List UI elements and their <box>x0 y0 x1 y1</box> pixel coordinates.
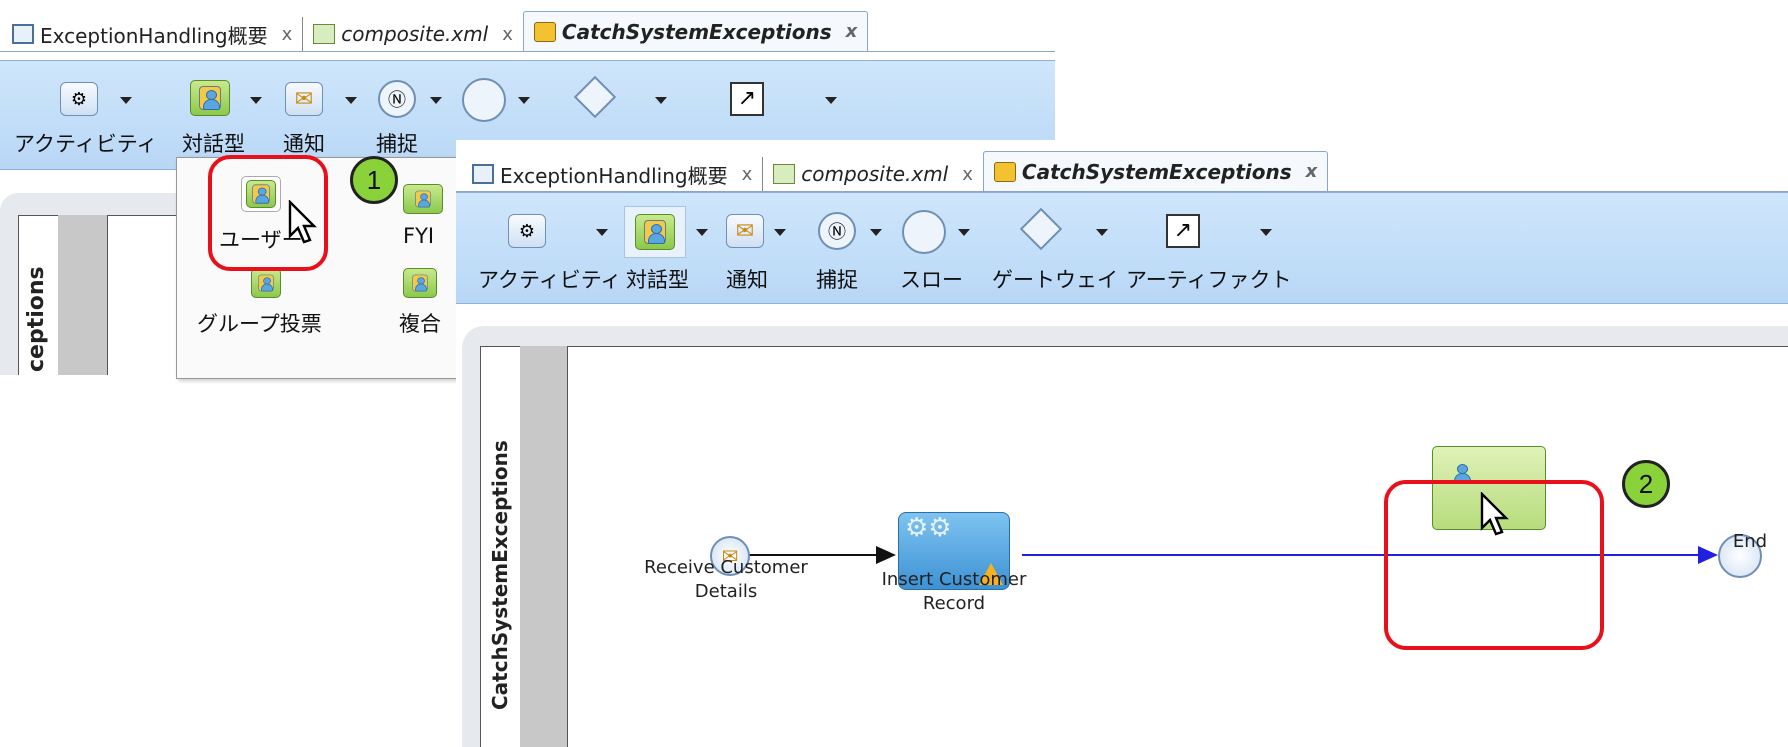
dropdown-item-complex[interactable]: 複合 <box>399 308 441 338</box>
back-lane <box>58 215 108 375</box>
dropdown-item-group-vote[interactable]: グループ投票 <box>197 308 322 338</box>
chevron-down-icon[interactable] <box>655 97 667 104</box>
tab-label: CatchSystemExceptions <box>561 19 832 44</box>
tab-catchsystemexceptions[interactable]: CatchSystemExceptions x <box>522 11 869 51</box>
back-pool-title: ceptions <box>24 266 49 372</box>
end-event-label: End <box>1732 531 1768 552</box>
highlight-box-user <box>208 155 328 271</box>
arrowhead-icon <box>876 546 896 564</box>
tab-label: ExceptionHandling概要 <box>40 23 268 48</box>
overview-icon <box>12 24 34 44</box>
tab-composite[interactable]: composite.xml x <box>302 17 523 51</box>
close-icon[interactable]: x <box>846 21 858 42</box>
dropdown-item-fyi[interactable]: FYI <box>403 224 434 248</box>
gears-icon: ⚙⚙ <box>905 513 952 543</box>
close-icon[interactable]: x <box>502 24 513 45</box>
chevron-down-icon[interactable] <box>345 97 357 104</box>
chevron-down-icon[interactable] <box>430 97 442 104</box>
chevron-down-icon[interactable] <box>825 97 837 104</box>
toolbar-label-notification[interactable]: 通知 <box>283 128 325 158</box>
activity-icon[interactable]: ⚙ <box>60 82 98 116</box>
callout-2: 2 <box>1622 460 1670 508</box>
complex-task-icon[interactable] <box>403 268 437 298</box>
toolbar-label-activity[interactable]: アクティビティ <box>14 128 157 158</box>
composite-icon <box>313 24 336 44</box>
task-label: Insert Customer Record <box>881 569 1027 614</box>
front-window: ExceptionHandling概要 x composite.xml x Ca… <box>456 140 1788 747</box>
toolbar-label-catch[interactable]: 捕捉 <box>376 128 418 158</box>
artifact-icon[interactable]: ↗ <box>730 82 764 116</box>
callout-1: 1 <box>350 156 398 204</box>
interactive-icon[interactable] <box>190 80 230 116</box>
start-event-label: Receive Customer Details <box>644 557 808 602</box>
process-warning-icon <box>533 21 556 42</box>
tab-label: composite.xml <box>341 22 489 46</box>
chevron-down-icon[interactable] <box>120 97 132 104</box>
group-vote-icon[interactable] <box>251 268 281 298</box>
highlight-box-new-task <box>1384 480 1604 650</box>
catch-icon[interactable]: Ⓝ <box>378 80 416 118</box>
sequence-flows <box>746 546 1718 564</box>
fyi-task-icon[interactable] <box>403 184 443 214</box>
toolbar-label-interactive[interactable]: 対話型 <box>182 128 245 158</box>
chevron-down-icon[interactable] <box>518 97 530 104</box>
chevron-down-icon[interactable] <box>250 97 262 104</box>
back-tab-bar: ExceptionHandling概要 x composite.xml x Ca… <box>0 0 1055 52</box>
tab-exceptionhandling[interactable]: ExceptionHandling概要 x <box>0 17 302 51</box>
throw-icon[interactable] <box>462 78 506 122</box>
notification-icon[interactable]: ✉ <box>285 82 323 116</box>
close-icon[interactable]: x <box>282 24 293 45</box>
